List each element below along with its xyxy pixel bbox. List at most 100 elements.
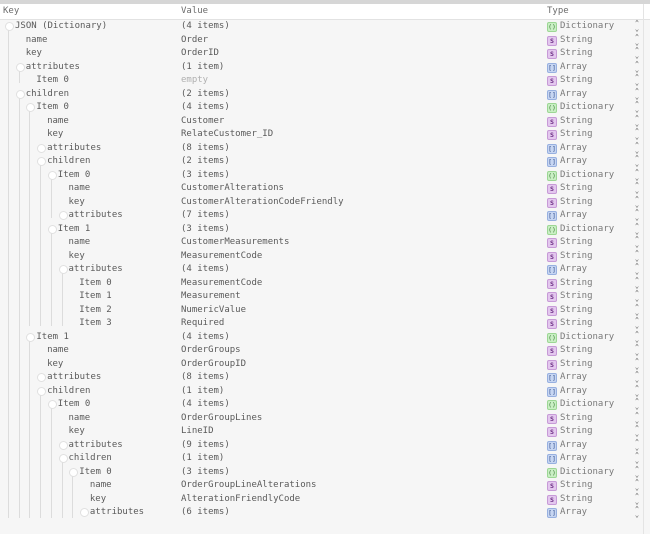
row-key[interactable]: Item 0 [58,399,91,409]
tree-row[interactable]: attributes (8 items) [] Array ⌃ ⌄ [0,371,642,385]
type-stepper-icon[interactable]: ⌃ ⌄ [633,155,641,168]
tree-row[interactable]: name OrderGroupLineAlterations S String ⌃ ⌄ [0,479,642,493]
row-type[interactable]: [] Array [547,156,587,167]
row-key[interactable]: Item 1 [36,332,69,342]
row-key[interactable]: Item 1 [79,291,112,301]
disclosure-toggle[interactable] [47,224,57,234]
tree-row[interactable]: Item 0 (4 items) () Dictionary ⌃ ⌄ [0,398,642,412]
row-type[interactable]: S String [547,426,593,437]
tree-row[interactable]: children (1 item) [] Array ⌃ ⌄ [0,452,642,466]
tree-row[interactable]: Item 0 (3 items) () Dictionary ⌃ ⌄ [0,465,642,480]
row-value[interactable]: OrderGroupID [181,359,246,369]
row-key[interactable]: children [69,453,112,463]
type-stepper-icon[interactable]: ⌃ ⌄ [633,438,641,451]
row-type[interactable]: () Dictionary [547,102,614,113]
type-stepper-icon[interactable]: ⌃ ⌄ [633,74,641,87]
type-stepper-icon[interactable]: ⌃ ⌄ [633,33,641,46]
row-key[interactable]: name [90,480,112,490]
type-stepper-icon[interactable]: ⌃ ⌄ [633,263,641,276]
row-key[interactable]: children [47,386,90,396]
tree-row[interactable]: attributes (7 items) [] Array ⌃ ⌄ [0,209,642,223]
tree-row[interactable]: attributes (6 items) [] Array ⌃ ⌄ [0,506,642,520]
disclosure-toggle[interactable] [15,62,25,72]
type-stepper-icon[interactable]: ⌃ ⌄ [633,236,641,249]
row-type[interactable]: S String [547,197,593,208]
type-stepper-icon[interactable]: ⌃ ⌄ [633,506,641,519]
row-key[interactable]: name [69,413,91,423]
disclosure-toggle[interactable] [37,386,47,396]
row-type[interactable]: [] Array [547,143,587,154]
row-value[interactable]: LineID [181,426,214,436]
type-stepper-icon[interactable]: ⌃ ⌄ [633,330,641,343]
tree-row[interactable]: name Order S String ⌃ ⌄ [0,33,642,48]
row-type[interactable]: S String [547,480,593,491]
tree-row[interactable]: Item 0 (3 items) () Dictionary ⌃ ⌄ [0,168,642,183]
tree-row[interactable]: Item 1 (4 items) () Dictionary ⌃ ⌄ [0,330,642,345]
row-type[interactable]: S String [547,129,593,140]
row-type[interactable]: S String [547,413,593,424]
row-key[interactable]: attributes [47,372,101,382]
type-stepper-icon[interactable]: ⌃ ⌄ [633,398,641,411]
type-stepper-icon[interactable]: ⌃ ⌄ [633,60,641,73]
row-type[interactable]: S String [547,116,593,127]
row-value[interactable]: (8 items) [181,372,230,382]
row-value[interactable]: (4 items) [181,264,230,274]
row-value[interactable]: OrderGroupLineAlterations [181,480,316,490]
row-key[interactable]: Item 3 [79,318,112,328]
row-type[interactable]: () Dictionary [547,21,614,32]
row-key[interactable]: Item 0 [58,170,91,180]
row-value[interactable]: (7 items) [181,210,230,220]
tree-row[interactable]: children (2 items) [] Array ⌃ ⌄ [0,155,642,169]
row-type[interactable]: S String [547,251,593,262]
row-value[interactable]: MeasurementCode [181,251,262,261]
row-value[interactable]: (3 items) [181,467,230,477]
row-key[interactable]: key [47,129,63,139]
row-key[interactable]: attributes [47,143,101,153]
type-stepper-icon[interactable]: ⌃ ⌄ [633,168,641,181]
row-key[interactable]: name [47,116,69,126]
row-type[interactable]: [] Array [547,386,587,397]
disclosure-toggle[interactable] [37,157,47,166]
column-header-type[interactable]: Type [547,6,569,16]
row-type[interactable]: S String [547,318,593,329]
tree-row[interactable]: key OrderID S String ⌃ ⌄ [0,47,642,61]
tree-row[interactable]: attributes (9 items) [] Array ⌃ ⌄ [0,438,642,453]
disclosure-toggle[interactable] [58,440,68,450]
tree-row[interactable]: name Customer S String ⌃ ⌄ [0,114,642,129]
row-value[interactable]: Customer [181,116,224,126]
row-type[interactable]: [] Array [547,210,587,221]
row-type[interactable]: S String [547,75,593,86]
row-type[interactable]: [] Array [547,89,587,100]
column-header-value[interactable]: Value [181,6,208,16]
row-type[interactable]: [] Array [547,507,587,518]
row-key[interactable]: attributes [69,264,123,274]
row-key[interactable]: key [69,426,85,436]
row-key[interactable]: name [69,183,91,193]
row-value[interactable]: AlterationFriendlyCode [181,494,300,504]
disclosure-toggle[interactable] [58,265,68,274]
row-type[interactable]: () Dictionary [547,332,614,343]
row-value[interactable]: NumericValue [181,305,246,315]
type-stepper-icon[interactable]: ⌃ ⌄ [633,182,641,195]
row-value[interactable]: (1 item) [181,386,224,396]
row-value[interactable]: MeasurementCode [181,278,262,288]
type-stepper-icon[interactable]: ⌃ ⌄ [633,411,641,424]
row-type[interactable]: () Dictionary [547,170,614,181]
row-key[interactable]: attributes [69,440,123,450]
disclosure-toggle[interactable] [26,103,36,112]
row-type[interactable]: [] Array [547,62,587,73]
row-value[interactable]: Required [181,318,224,328]
type-stepper-icon[interactable]: ⌃ ⌄ [633,47,641,60]
disclosure-toggle[interactable] [5,22,14,31]
tree-row[interactable]: Item 0 (4 items) () Dictionary ⌃ ⌄ [0,101,642,115]
row-key[interactable]: children [47,156,90,166]
row-key[interactable]: Item 0 [36,102,69,112]
type-stepper-icon[interactable]: ⌃ ⌄ [633,465,641,478]
type-stepper-icon[interactable]: ⌃ ⌄ [633,141,641,154]
row-key[interactable]: key [47,359,63,369]
row-key[interactable]: JSON (Dictionary) [15,21,107,31]
row-key[interactable]: name [47,345,69,355]
row-value[interactable]: CustomerAlterationCodeFriendly [181,197,344,207]
row-type[interactable]: S String [547,237,593,248]
type-stepper-icon[interactable]: ⌃ ⌄ [633,425,641,438]
